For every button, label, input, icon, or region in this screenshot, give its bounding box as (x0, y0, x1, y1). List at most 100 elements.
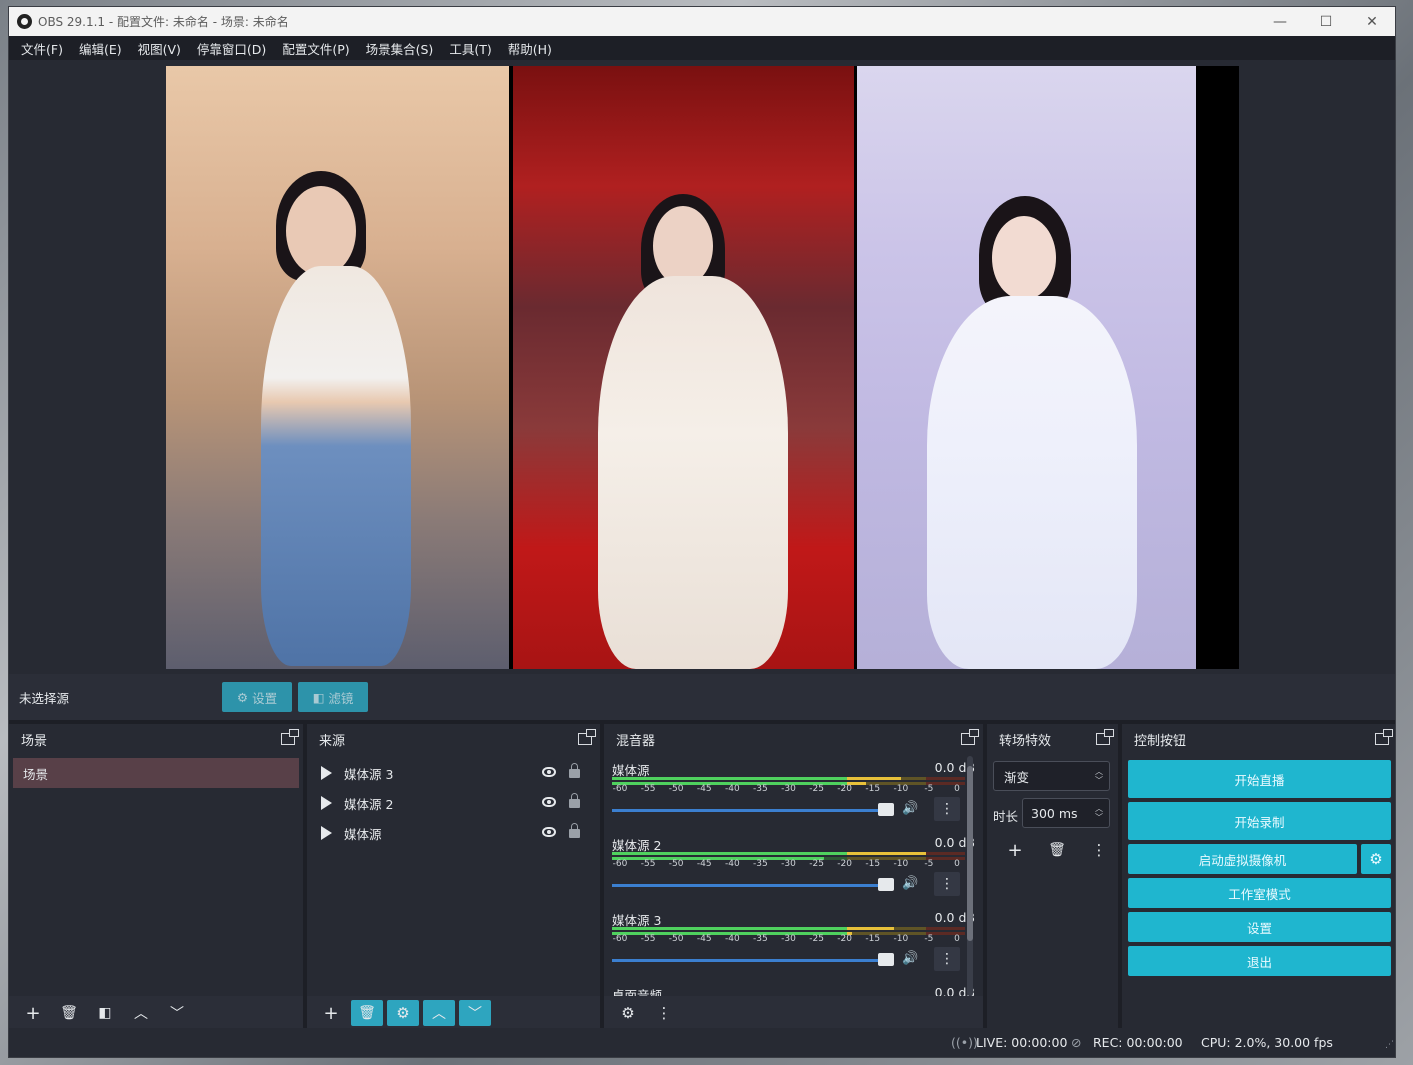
channel-menu-button[interactable]: ⋮ (934, 947, 960, 971)
mixer-menu-button[interactable]: ⋮ (648, 1000, 680, 1026)
volume-slider[interactable] (612, 959, 882, 962)
duration-spinbox[interactable]: 300 ms ︿ ﹀ (1022, 798, 1110, 828)
maximize-button[interactable]: ☐ (1303, 7, 1349, 36)
volume-slider-handle[interactable] (878, 803, 894, 816)
scene-filters-button[interactable]: ◧ (89, 1000, 121, 1026)
undock-icon[interactable] (281, 729, 299, 745)
eye-icon[interactable] (542, 797, 556, 807)
transitions-dock-title: 转场特效 (999, 733, 1052, 749)
meter-tick-label: -45 (696, 784, 712, 794)
move-scene-down-button[interactable]: ﹀ (161, 1000, 193, 1026)
virtual-camera-settings-button[interactable]: ⚙ (1361, 844, 1391, 874)
meter-zone (925, 927, 965, 930)
meter-tick-label: -25 (809, 784, 824, 794)
minimize-button[interactable]: — (1257, 7, 1303, 36)
start-virtual-camera-button[interactable]: 启动虚拟摄像机 (1128, 844, 1357, 874)
lock-icon[interactable] (569, 763, 580, 778)
volume-slider[interactable] (612, 884, 882, 887)
media-source-preview-2[interactable] (513, 66, 854, 669)
scenes-dock-header: 场景 (9, 724, 303, 754)
speaker-icon[interactable]: 🔊 (902, 876, 918, 891)
resize-grip-icon[interactable]: ⋰ (1385, 1040, 1394, 1050)
scene-item[interactable]: 场景 (13, 758, 299, 788)
advanced-audio-button[interactable]: ⚙ (612, 1000, 644, 1026)
transition-menu-button[interactable]: ⋮ (1083, 837, 1115, 863)
preview-canvas[interactable] (166, 66, 1239, 669)
add-transition-button[interactable]: + (999, 837, 1031, 863)
source-filters-button[interactable]: ◧ 滤镜 (298, 682, 368, 712)
window-controls: — ☐ ✕ (1257, 7, 1395, 36)
kebab-icon: ⋮ (1091, 841, 1107, 859)
lock-icon[interactable] (569, 823, 580, 838)
volume-slider-handle[interactable] (878, 953, 894, 966)
source-item[interactable]: 媒体源 2 (307, 788, 600, 818)
source-properties-button[interactable]: ⚙ 设置 (222, 682, 292, 712)
meter-tick-label: -35 (753, 784, 768, 794)
source-item[interactable]: 媒体源 3 (307, 758, 600, 788)
menu-tools[interactable]: 工具(T) (441, 39, 499, 58)
mixer-scrollbar[interactable] (967, 756, 973, 996)
source-item-label: 媒体源 2 (344, 796, 394, 812)
speaker-icon[interactable]: 🔊 (902, 951, 918, 966)
studio-mode-button[interactable]: 工作室模式 (1128, 878, 1391, 908)
start-recording-button[interactable]: 开始录制 (1128, 802, 1391, 840)
source-properties-footer-button[interactable]: ⚙ (387, 1000, 419, 1026)
source-item[interactable]: 媒体源 (307, 818, 600, 848)
meter-scale: -60 -55 -50 -45 -40 -35 -30 -25 -20 -15 -10 -5 0 (612, 859, 965, 871)
add-scene-button[interactable]: + (17, 1000, 49, 1026)
plus-icon: + (25, 1002, 41, 1024)
lock-icon[interactable] (569, 793, 580, 808)
exit-button[interactable]: 退出 (1128, 946, 1391, 976)
kebab-icon: ⋮ (656, 1004, 672, 1022)
media-source-preview-1[interactable] (166, 66, 509, 669)
meter-level-yellow (847, 852, 926, 855)
eye-icon[interactable] (542, 827, 556, 837)
mixer-channel-name: 桌面音频 (612, 988, 663, 996)
meter-tick-label: -5 (924, 859, 934, 869)
menu-help[interactable]: 帮助(H) (500, 39, 560, 58)
move-source-up-button[interactable]: ︿ (423, 1000, 455, 1026)
preview-figure-body (598, 276, 788, 669)
menu-edit[interactable]: 编辑(E) (71, 39, 130, 58)
undock-icon[interactable] (578, 729, 596, 745)
scenes-dock-title: 场景 (21, 733, 48, 749)
channel-menu-button[interactable]: ⋮ (934, 797, 960, 821)
meter-scale: -60 -55 -50 -45 -40 -35 -30 -25 -20 -15 -10 -5 0 (612, 934, 965, 946)
remove-scene-button[interactable]: 🗑 (53, 1000, 85, 1026)
speaker-icon[interactable]: 🔊 (902, 801, 918, 816)
preview-area[interactable] (9, 60, 1395, 674)
meter-tick-label: -35 (753, 859, 768, 869)
volume-slider-handle[interactable] (878, 878, 894, 891)
menu-docks[interactable]: 停靠窗口(D) (189, 39, 274, 58)
rec-status-icon: ⊘ (1071, 1035, 1082, 1050)
menu-file[interactable]: 文件(F) (13, 39, 71, 58)
mixer-dock: 混音器 媒体源 0.0 dB -60 -55 -50 -45 -40 -35 -30 -25 -20… (604, 724, 983, 1030)
mixer-dock-title: 混音器 (616, 733, 656, 749)
menu-scene-collection[interactable]: 场景集合(S) (358, 39, 442, 58)
meter-tick-label: -15 (865, 784, 881, 794)
mixer-channel: 媒体源 2 0.0 dB -60 -55 -50 -45 -40 -35 -30 -25 -20 -1… (604, 829, 983, 904)
close-button[interactable]: ✕ (1349, 7, 1395, 36)
remove-source-button[interactable]: 🗑 (351, 1000, 383, 1026)
menu-view[interactable]: 视图(V) (130, 39, 189, 58)
preview-figure-body (261, 266, 411, 666)
undock-icon[interactable] (1375, 729, 1393, 745)
undock-icon[interactable] (1096, 729, 1114, 745)
transition-type-select[interactable]: 渐变 ︿ ﹀ (993, 761, 1110, 791)
source-item-label: 媒体源 (344, 826, 382, 842)
channel-menu-button[interactable]: ⋮ (934, 872, 960, 896)
media-source-preview-3[interactable] (857, 66, 1196, 669)
chevron-down-icon: ﹀ (468, 1006, 482, 1022)
settings-button[interactable]: 设置 (1128, 912, 1391, 942)
eye-icon[interactable] (542, 767, 556, 777)
undock-icon[interactable] (961, 729, 979, 745)
meter-tick-label: -40 (724, 934, 740, 944)
start-streaming-button[interactable]: 开始直播 (1128, 760, 1391, 798)
volume-slider[interactable] (612, 809, 882, 812)
move-source-down-button[interactable]: ﹀ (459, 1000, 491, 1026)
move-scene-up-button[interactable]: ︿ (125, 1000, 157, 1026)
add-source-button[interactable]: + (315, 1000, 347, 1026)
remove-transition-button[interactable]: 🗑 (1041, 837, 1073, 863)
controls-dock: 控制按钮 开始直播 开始录制 启动虚拟摄像机 ⚙ 工作室模式 设置 退出 (1122, 724, 1395, 1030)
menu-profile[interactable]: 配置文件(P) (274, 39, 357, 58)
